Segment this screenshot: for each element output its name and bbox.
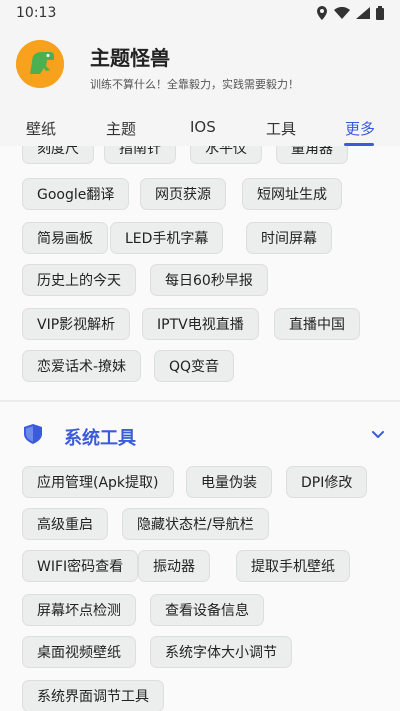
tool-chip[interactable]: 应用管理(Apk提取) xyxy=(22,466,174,498)
tools-scroll-area[interactable]: 刻度尺 指南针 水平仪 量角器 Google翻译 网页获源 短网址生成 简易画板… xyxy=(0,146,400,711)
app-slogan: 训练不算什么！全靠毅力，实践需要毅力！ xyxy=(90,78,299,91)
tab-bar: 壁纸 主题 IOS 工具 更多 xyxy=(0,112,400,146)
tool-chip[interactable]: 直播中国 xyxy=(274,308,360,340)
tool-chip[interactable]: 电量伪装 xyxy=(186,466,272,498)
wifi-icon xyxy=(334,7,350,19)
signal-icon xyxy=(356,7,370,19)
dinosaur-logo-icon xyxy=(16,40,64,88)
app-logo xyxy=(16,40,64,88)
tool-chip[interactable]: QQ变音 xyxy=(154,350,235,382)
tool-chip[interactable]: 水平仪 xyxy=(190,146,262,164)
section-divider xyxy=(0,400,400,402)
tool-chip[interactable]: 系统界面调节工具 xyxy=(22,680,164,711)
tool-chip[interactable]: 振动器 xyxy=(138,550,210,582)
tab-ios[interactable]: IOS xyxy=(190,118,216,136)
tool-chip[interactable]: 时间屏幕 xyxy=(246,222,332,254)
tool-chip[interactable]: IPTV电视直播 xyxy=(142,308,259,340)
tool-chip[interactable]: WIFI密码查看 xyxy=(22,550,139,582)
tab-theme[interactable]: 主题 xyxy=(106,118,136,139)
tab-wallpaper[interactable]: 壁纸 xyxy=(26,118,56,139)
tool-chip[interactable]: 刻度尺 xyxy=(22,146,94,164)
tool-chip[interactable]: 屏幕坏点检测 xyxy=(22,594,136,626)
app-header: 主题怪兽 训练不算什么！全靠毅力，实践需要毅力！ xyxy=(0,26,400,108)
tool-chip[interactable]: 简易画板 xyxy=(22,222,108,254)
tab-tools[interactable]: 工具 xyxy=(266,118,296,139)
tool-chip[interactable]: 桌面视频壁纸 xyxy=(22,636,136,668)
tool-chip[interactable]: 隐藏状态栏/导航栏 xyxy=(122,508,269,540)
status-time: 10:13 xyxy=(16,5,57,21)
status-icons xyxy=(316,6,384,20)
battery-icon xyxy=(376,6,384,20)
chevron-down-icon[interactable] xyxy=(370,426,386,442)
section-title: 系统工具 xyxy=(64,428,136,449)
shield-icon xyxy=(24,424,42,444)
status-bar: 10:13 xyxy=(0,0,400,26)
tab-more[interactable]: 更多 xyxy=(345,118,375,139)
location-icon xyxy=(317,6,327,20)
tool-chip[interactable]: 量角器 xyxy=(276,146,348,164)
tool-chip[interactable]: Google翻译 xyxy=(22,178,130,210)
tool-chip[interactable]: VIP影视解析 xyxy=(22,308,131,340)
tool-chip[interactable]: 高级重启 xyxy=(22,508,108,540)
tool-chip[interactable]: LED手机字幕 xyxy=(110,222,224,254)
system-tools-section-header[interactable]: 系统工具 xyxy=(0,412,400,458)
tool-chip[interactable]: DPI修改 xyxy=(286,466,368,498)
app-title: 主题怪兽 xyxy=(90,46,170,70)
tool-chip[interactable]: 系统字体大小调节 xyxy=(150,636,292,668)
tool-chip[interactable]: 指南针 xyxy=(104,146,176,164)
tool-chip[interactable]: 每日60秒早报 xyxy=(150,264,268,296)
tool-chip[interactable]: 历史上的今天 xyxy=(22,264,136,296)
tool-chip[interactable]: 查看设备信息 xyxy=(150,594,264,626)
tool-chip[interactable]: 网页获源 xyxy=(140,178,226,210)
tool-chip[interactable]: 提取手机壁纸 xyxy=(236,550,350,582)
tool-chip[interactable]: 短网址生成 xyxy=(242,178,342,210)
tool-chip[interactable]: 恋爱话术-撩妹 xyxy=(22,350,142,382)
